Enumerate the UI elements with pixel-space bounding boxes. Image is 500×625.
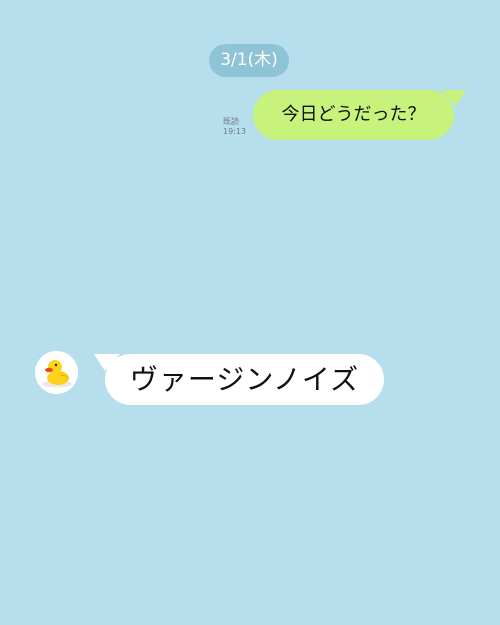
sent-message-bubble[interactable]: 今日どうだった？ [253,90,454,140]
rubber-duck-avatar-icon [35,351,78,394]
read-receipt: 既読 [223,117,239,126]
message-time: 19:13 [223,127,247,136]
contact-avatar[interactable] [35,351,78,394]
message-meta: 既読 19:13 [223,117,246,137]
received-message-bubble[interactable]: ヴァージンノイズ [105,354,384,405]
date-separator: 3/1(木) [209,44,289,77]
